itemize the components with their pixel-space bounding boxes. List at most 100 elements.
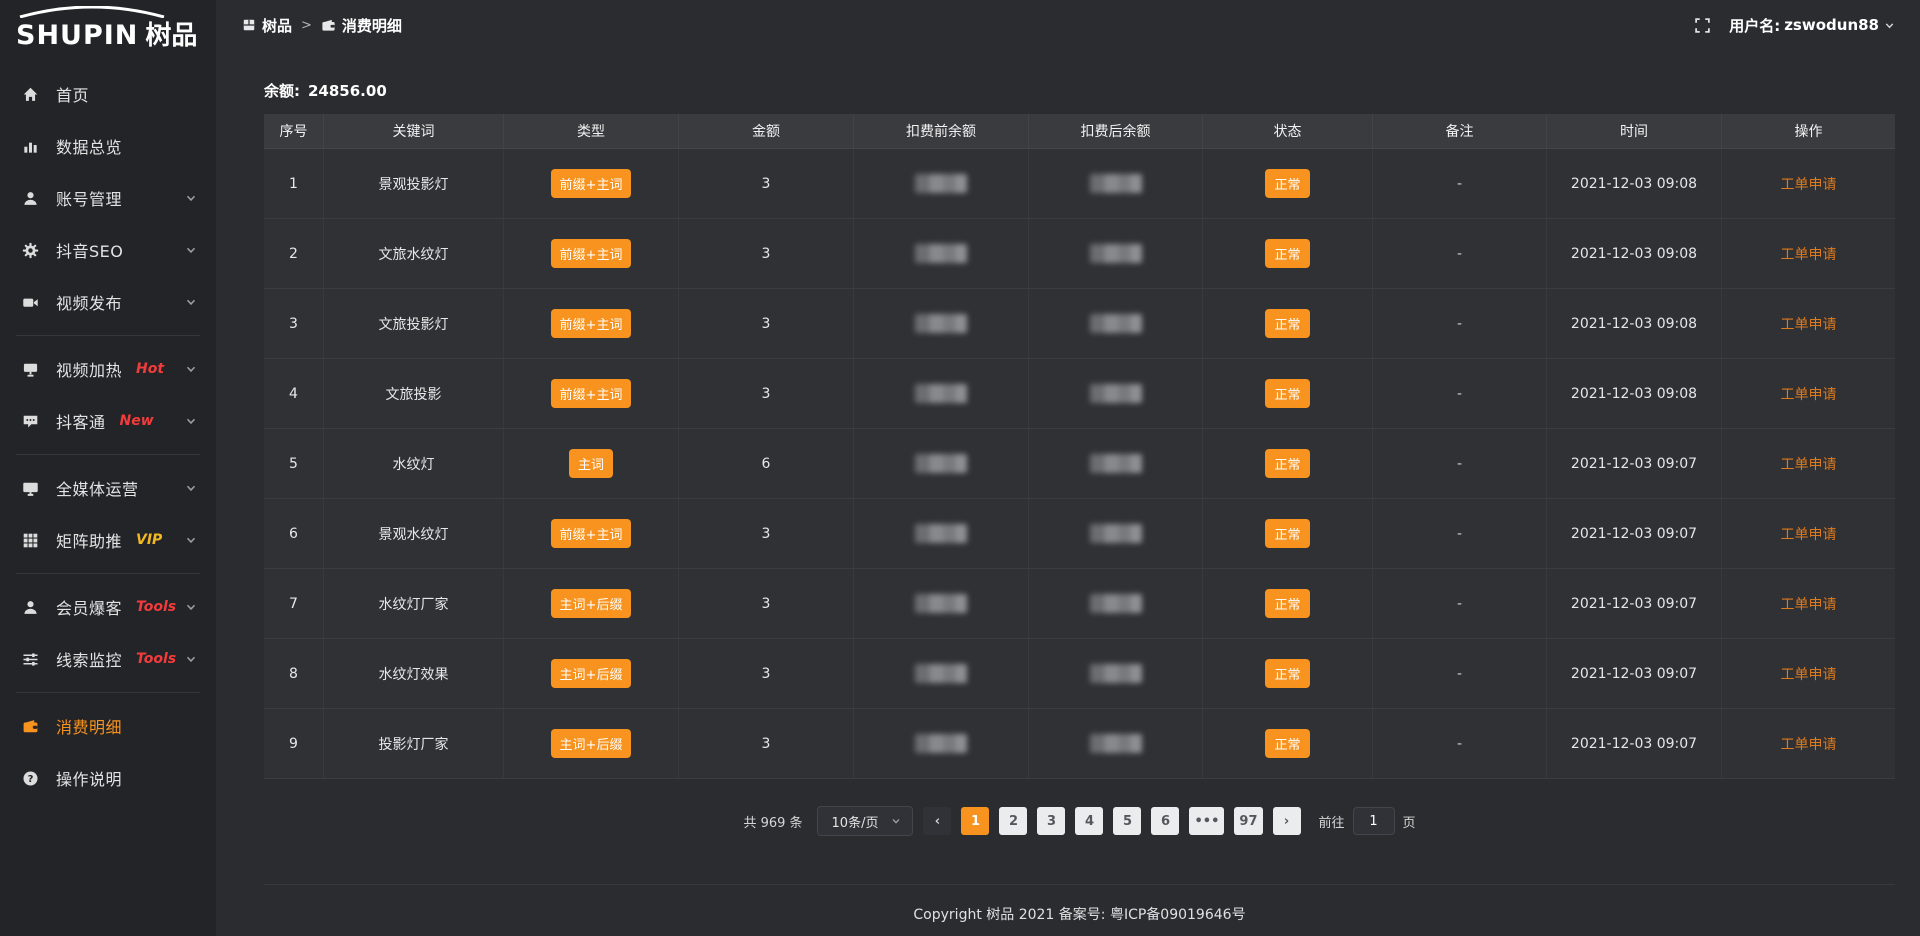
balance: 余额:24856.00 [264, 80, 1895, 101]
status-badge: 正常 [1265, 379, 1309, 408]
page-button-2[interactable]: 2 [999, 807, 1027, 835]
sidebar-item-consume-detail[interactable]: 消费明细 [0, 700, 216, 752]
chevron-down-icon [184, 481, 198, 495]
sidebar-item-douketong[interactable]: 抖客通New [0, 395, 216, 447]
row-time: 2021-12-03 09:08 [1547, 289, 1722, 358]
row-amount: 3 [679, 569, 854, 638]
page-button-3[interactable]: 3 [1037, 807, 1065, 835]
censored-value [1090, 664, 1142, 683]
status-badge: 正常 [1265, 239, 1309, 268]
work-order-link[interactable]: 工单申请 [1781, 384, 1837, 404]
username-label: 用户名: [1729, 15, 1780, 36]
page-button-1[interactable]: 1 [961, 807, 989, 835]
status-badge: 正常 [1265, 169, 1309, 198]
row-action-cell: 工单申请 [1722, 429, 1895, 498]
balance-after-censored [1029, 149, 1203, 218]
sidebar-item-video-publish[interactable]: 视频发布 [0, 276, 216, 328]
row-action-cell: 工单申请 [1722, 709, 1895, 778]
sidebar-item-matrix-boost[interactable]: 矩阵助推VIP [0, 514, 216, 566]
row-note: - [1373, 429, 1547, 498]
work-order-link[interactable]: 工单申请 [1781, 174, 1837, 194]
more-pages-button[interactable]: ••• [1189, 807, 1224, 835]
status-badge: 正常 [1265, 659, 1309, 688]
pagination: 共 969 条 10条/页 ‹ 123456•••97 › 前往 页 [264, 806, 1895, 836]
balance-after-censored [1029, 639, 1203, 708]
sidebar-item-media-operation[interactable]: 全媒体运营 [0, 462, 216, 514]
prev-page-button[interactable]: ‹ [923, 807, 951, 835]
page-button-5[interactable]: 5 [1113, 807, 1141, 835]
work-order-link[interactable]: 工单申请 [1781, 314, 1837, 334]
balance-before-censored [854, 429, 1029, 498]
censored-value [915, 454, 967, 473]
sidebar-item-instructions[interactable]: ?操作说明 [0, 752, 216, 804]
censored-value [1090, 384, 1142, 403]
sidebar-divider [16, 454, 200, 455]
column-header: 备注 [1373, 114, 1547, 148]
logo-arc [16, 6, 168, 18]
breadcrumb: 树品 > 消费明细 [242, 15, 402, 36]
row-amount: 3 [679, 219, 854, 288]
page-button-4[interactable]: 4 [1075, 807, 1103, 835]
work-order-link[interactable]: 工单申请 [1781, 244, 1837, 264]
censored-value [915, 524, 967, 543]
table-row: 1景观投影灯前缀+主词3正常-2021-12-03 09:08工单申请 [264, 149, 1895, 219]
row-type-cell: 主词 [504, 429, 679, 498]
balance-before-censored [854, 289, 1029, 358]
row-note: - [1373, 149, 1547, 218]
page-buttons: 123456 ••• 97 [961, 807, 1262, 835]
page-body: 余额:24856.00 序号关键词类型金额扣费前余额扣费后余额状态备注时间操作 … [216, 50, 1920, 924]
work-order-link[interactable]: 工单申请 [1781, 664, 1837, 684]
footer: Copyright 树品 2021 备案号: 粤ICP备09019646号 [264, 884, 1895, 924]
row-keyword: 景观投影灯 [324, 149, 504, 218]
row-type-cell: 前缀+主词 [504, 219, 679, 288]
page-size-select[interactable]: 10条/页 [817, 806, 914, 836]
sidebar-item-data-overview[interactable]: 数据总览 [0, 120, 216, 172]
user-menu[interactable]: 用户名: zswodun88 [1729, 15, 1896, 36]
row-keyword: 文旅投影灯 [324, 289, 504, 358]
page-button-6[interactable]: 6 [1151, 807, 1179, 835]
row-index: 9 [264, 709, 324, 778]
question-icon: ? [22, 770, 42, 786]
breadcrumb-home[interactable]: 树品 [242, 15, 292, 36]
type-tag: 主词+后缀 [551, 589, 632, 618]
work-order-link[interactable]: 工单申请 [1781, 734, 1837, 754]
next-page-button[interactable]: › [1273, 807, 1301, 835]
chevron-down-icon [184, 600, 198, 614]
status-badge: 正常 [1265, 309, 1309, 338]
work-order-link[interactable]: 工单申请 [1781, 524, 1837, 544]
row-keyword: 景观水纹灯 [324, 499, 504, 568]
sidebar-item-douyin-seo[interactable]: 抖音SEO [0, 224, 216, 276]
sidebar-item-clue-monitor[interactable]: 线索监控Tools [0, 633, 216, 685]
column-header: 类型 [504, 114, 679, 148]
sidebar-item-label: 抖音SEO [56, 238, 123, 262]
censored-value [1090, 594, 1142, 613]
goto-page-input[interactable] [1353, 807, 1395, 835]
fullscreen-icon[interactable] [1694, 17, 1711, 34]
work-order-link[interactable]: 工单申请 [1781, 594, 1837, 614]
row-action-cell: 工单申请 [1722, 499, 1895, 568]
sidebar-item-member-baoke[interactable]: 会员爆客Tools [0, 581, 216, 633]
sidebar-item-account-manage[interactable]: 账号管理 [0, 172, 216, 224]
row-keyword: 文旅投影 [324, 359, 504, 428]
app-logo[interactable]: SHUPIN 树品 [0, 0, 216, 56]
page-button-97[interactable]: 97 [1234, 807, 1262, 835]
logo-brand-cn: 树品 [145, 15, 197, 52]
row-type-cell: 前缀+主词 [504, 359, 679, 428]
row-time: 2021-12-03 09:07 [1547, 429, 1722, 498]
topbar: 树品 > 消费明细 用户名: zswodun88 [216, 0, 1920, 50]
balance-before-censored [854, 499, 1029, 568]
censored-value [915, 314, 967, 333]
balance-after-censored [1029, 709, 1203, 778]
row-amount: 3 [679, 359, 854, 428]
sidebar-item-label: 视频发布 [56, 290, 122, 314]
sidebar-item-label: 账号管理 [56, 186, 122, 210]
app-grid-icon [242, 18, 256, 32]
censored-value [1090, 734, 1142, 753]
row-time: 2021-12-03 09:07 [1547, 499, 1722, 568]
balance-after-censored [1029, 429, 1203, 498]
sidebar-item-video-heat[interactable]: 视频加热Hot [0, 343, 216, 395]
sidebar-item-label: 会员爆客 [56, 595, 122, 619]
censored-value [1090, 314, 1142, 333]
sidebar-item-home[interactable]: 首页 [0, 68, 216, 120]
work-order-link[interactable]: 工单申请 [1781, 454, 1837, 474]
